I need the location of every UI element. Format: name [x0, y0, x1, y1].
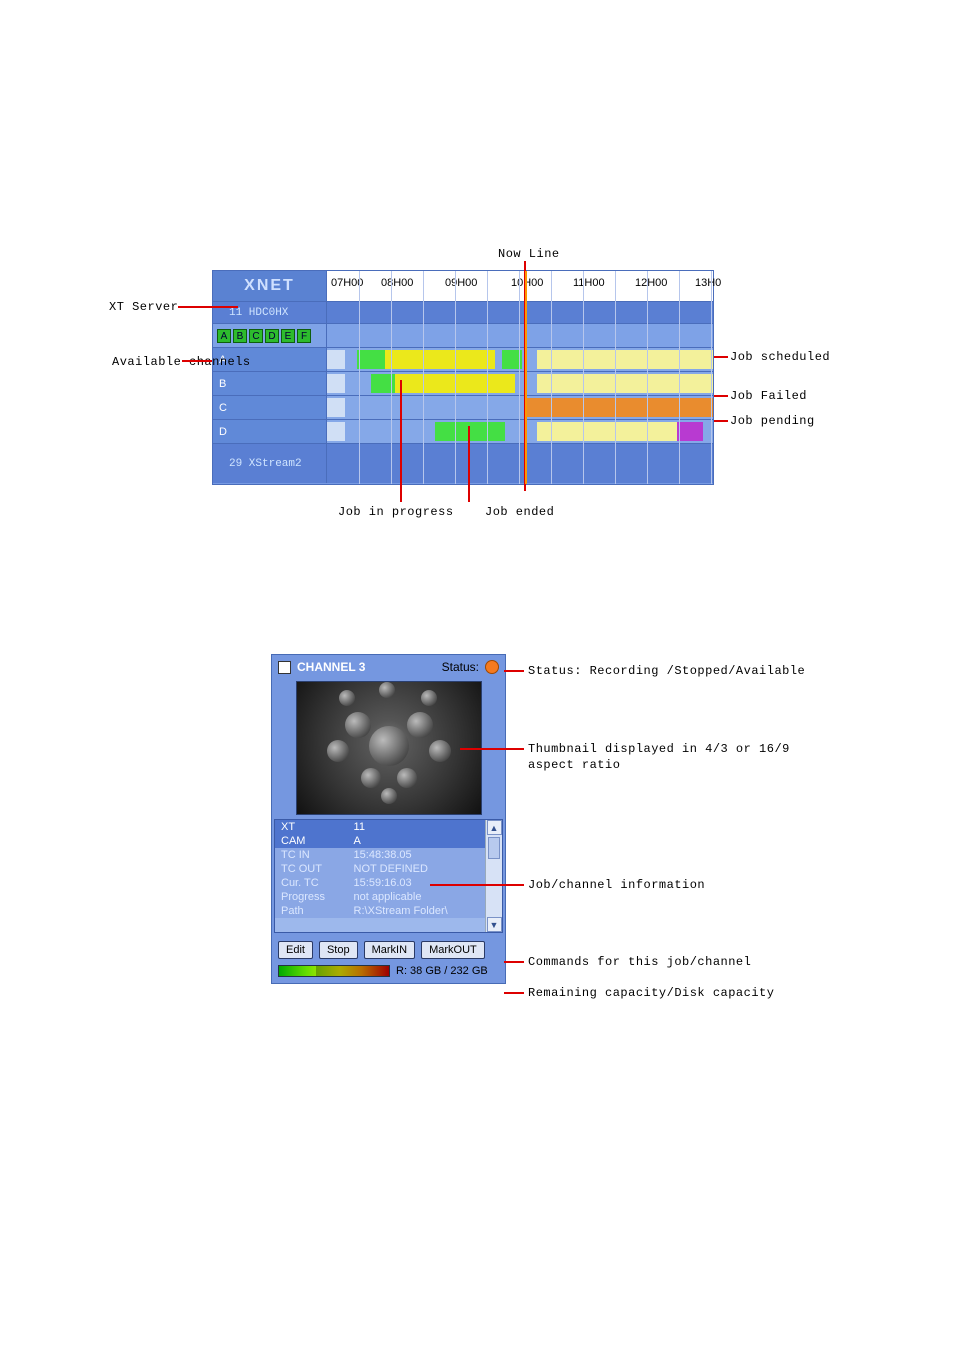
channel-box-c[interactable]: C [249, 329, 263, 343]
scheduler-timeline: XNET 07H00 08H00 09H00 10H00 11H00 12H00… [212, 270, 714, 485]
capacity-text: R: 38 GB / 232 GB [396, 965, 488, 977]
job-ended[interactable] [435, 422, 505, 441]
info-cam-label: CAM [275, 834, 348, 848]
channels-pointer [182, 360, 212, 362]
info-cam-val: A [348, 834, 485, 848]
channel-thumbnail [296, 681, 482, 815]
jp-pointer [714, 420, 728, 422]
channel-box-d[interactable]: D [265, 329, 279, 343]
time-header: 07H00 08H00 09H00 10H00 11H00 12H00 13H0 [327, 271, 713, 301]
scroll-down-icon[interactable]: ▼ [487, 917, 502, 932]
label-available-channels-1: Available channels [112, 355, 251, 369]
channel-info-list: ▲ ▼ XT11 CAMA TC IN15:48:38.05 TC OUTNOT… [274, 819, 503, 933]
channels-strip: A B C D E F [213, 323, 713, 347]
label-thumb-1: Thumbnail displayed in 4/3 or 16/9 [528, 742, 790, 756]
job-idle[interactable] [327, 422, 345, 441]
time-tick: 13H0 [695, 277, 721, 289]
je-pointer [468, 426, 470, 502]
channel-box-a[interactable]: A [217, 329, 231, 343]
info-xt-label: XT [275, 820, 348, 834]
job-scheduled[interactable] [537, 350, 713, 369]
scroll-up-icon[interactable]: ▲ [487, 820, 502, 835]
server-row-2: 29 XStream2 [213, 443, 713, 483]
time-tick: 10H00 [511, 277, 543, 289]
time-tick: 11H00 [573, 277, 605, 289]
channel-title: CHANNEL 3 [297, 660, 436, 674]
thumb-pointer [460, 748, 524, 750]
channel-box-b[interactable]: B [233, 329, 247, 343]
info-tcin-val: 15:48:38.05 [348, 848, 485, 862]
job-in-progress[interactable] [385, 350, 495, 369]
server-row-1: 11 HDC0HX [213, 301, 713, 323]
label-commands: Commands for this job/channel [528, 955, 751, 969]
job-scheduled[interactable] [537, 374, 713, 393]
lane-b-label: B [213, 372, 327, 395]
time-tick: 08H00 [381, 277, 413, 289]
channel-letter-boxes: A B C D E F [213, 324, 327, 347]
info-curtc-label: Cur. TC [275, 876, 348, 890]
job-pending[interactable] [677, 422, 703, 441]
job-scheduled[interactable] [537, 422, 677, 441]
lane-d: D [213, 419, 713, 443]
info-prog-val: not applicable [348, 890, 485, 904]
label-now-line: Now Line [498, 247, 560, 261]
job-failed[interactable] [527, 398, 713, 417]
stop-button[interactable]: Stop [319, 941, 358, 959]
info-tcin-label: TC IN [275, 848, 348, 862]
lane-c: C [213, 395, 713, 419]
capacity-bar [278, 965, 390, 977]
info-path-val: R:\XStream Folder\ [348, 904, 485, 918]
info-scrollbar[interactable]: ▲ ▼ [485, 820, 502, 932]
xt-server-pointer [178, 306, 238, 308]
markin-button[interactable]: MarkIN [364, 941, 415, 959]
label-job-scheduled: Job scheduled [730, 350, 830, 364]
channel-box-f[interactable]: F [297, 329, 311, 343]
label-job-failed: Job Failed [730, 389, 807, 403]
channel-panel: CHANNEL 3 Status: ▲ ▼ XT11 CAMA TC IN1 [271, 654, 506, 984]
lane-d-label: D [213, 420, 327, 443]
markout-button[interactable]: MarkOUT [421, 941, 485, 959]
info-tcout-val: NOT DEFINED [348, 862, 485, 876]
jobinfo-pointer [430, 884, 524, 886]
lane-a: A [213, 347, 713, 371]
label-job-pending: Job pending [730, 414, 815, 428]
channel-checkbox[interactable] [278, 661, 291, 674]
capacity-pointer [504, 992, 524, 994]
lane-c-label: C [213, 396, 327, 419]
label-status: Status: Recording /Stopped/Available [528, 664, 805, 678]
jip-pointer [400, 380, 402, 502]
lane-b: B [213, 371, 713, 395]
channel-box-e[interactable]: E [281, 329, 295, 343]
status-pointer [504, 670, 524, 672]
job-idle[interactable] [327, 398, 345, 417]
xnet-title: XNET [213, 271, 327, 301]
job-ended[interactable] [357, 350, 385, 369]
now-line [525, 271, 527, 484]
info-xt-val: 11 [348, 820, 485, 834]
label-job-ended: Job ended [485, 505, 554, 519]
js-pointer [714, 356, 728, 358]
label-xt-server: XT Server [109, 300, 178, 314]
status-dot-icon [485, 660, 499, 674]
status-label: Status: [442, 660, 479, 674]
scroll-thumb[interactable] [488, 837, 500, 859]
info-prog-label: Progress [275, 890, 348, 904]
info-tcout-label: TC OUT [275, 862, 348, 876]
info-path-label: Path [275, 904, 348, 918]
commands-pointer [504, 961, 524, 963]
label-jobinfo: Job/channel information [528, 878, 705, 892]
time-tick: 09H00 [445, 277, 477, 289]
time-tick: 12H00 [635, 277, 667, 289]
info-curtc-val: 15:59:16.03 [348, 876, 485, 890]
edit-button[interactable]: Edit [278, 941, 313, 959]
job-idle[interactable] [327, 350, 345, 369]
job-idle[interactable] [327, 374, 345, 393]
label-thumb-2: aspect ratio [528, 758, 620, 772]
jf-pointer [714, 395, 728, 397]
label-capacity: Remaining capacity/Disk capacity [528, 986, 774, 1000]
server2-name: 29 XStream2 [213, 444, 327, 483]
label-job-in-progress: Job in progress [338, 505, 454, 519]
